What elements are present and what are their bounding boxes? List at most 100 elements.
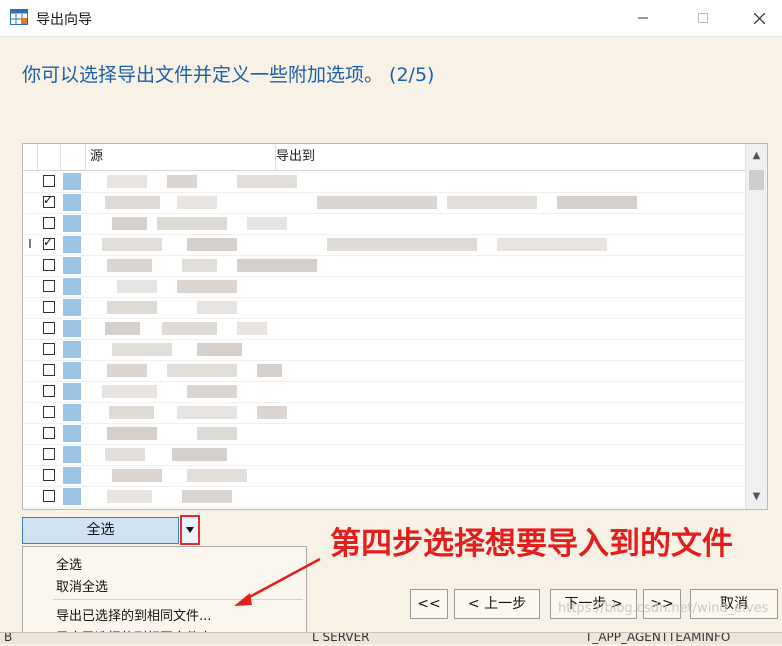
table-row[interactable] xyxy=(23,423,745,445)
row-cursor-marker xyxy=(23,276,37,297)
select-all-button[interactable]: 全选 xyxy=(22,517,179,544)
column-header-export-to[interactable]: 导出到 xyxy=(272,144,748,170)
table-icon xyxy=(63,446,81,463)
blurred-cell-content xyxy=(162,322,217,335)
table-row[interactable] xyxy=(23,360,745,382)
previous-step-button[interactable]: < 上一步 xyxy=(454,589,540,619)
table-row[interactable] xyxy=(23,444,745,466)
blurred-cell-content xyxy=(197,427,237,440)
blurred-cell-content xyxy=(247,217,287,230)
blurred-cell-content xyxy=(102,238,162,251)
table-row[interactable] xyxy=(23,339,745,361)
row-checkbox[interactable] xyxy=(43,385,55,397)
grid-header: 源 导出到 xyxy=(23,144,745,171)
blurred-cell-content xyxy=(177,280,237,293)
row-cursor-marker xyxy=(23,192,37,213)
row-cursor-marker xyxy=(23,297,37,318)
page-heading: 你可以选择导出文件并定义一些附加选项。 (2/5) xyxy=(22,64,435,86)
row-checkbox[interactable] xyxy=(43,343,55,355)
row-checkbox[interactable] xyxy=(43,427,55,439)
scroll-down-icon[interactable]: ▼ xyxy=(746,487,767,507)
row-checkbox[interactable] xyxy=(43,364,55,376)
first-step-button[interactable]: << xyxy=(410,589,448,619)
blurred-cell-content xyxy=(105,196,160,209)
footer-right-text: T_APP_AGENTTEAMINFO xyxy=(585,632,731,644)
minimize-button[interactable] xyxy=(620,0,666,36)
table-row[interactable] xyxy=(23,486,745,508)
header-marker-cell xyxy=(23,144,38,170)
row-checkbox[interactable] xyxy=(43,469,55,481)
blurred-cell-content xyxy=(317,196,437,209)
row-checkbox[interactable] xyxy=(43,406,55,418)
blurred-cell-content xyxy=(197,301,237,314)
blurred-cell-content xyxy=(182,259,217,272)
scroll-thumb[interactable] xyxy=(749,170,764,190)
blurred-cell-content xyxy=(447,196,537,209)
table-icon xyxy=(63,320,81,337)
blurred-cell-content xyxy=(107,364,147,377)
row-checkbox[interactable]: ✓ xyxy=(43,235,55,250)
header-checkbox-cell xyxy=(38,144,61,170)
table-row[interactable] xyxy=(23,276,745,298)
blurred-cell-content xyxy=(107,175,147,188)
table-row[interactable] xyxy=(23,381,745,403)
row-checkbox[interactable] xyxy=(43,301,55,313)
blurred-cell-content xyxy=(187,385,237,398)
maximize-icon xyxy=(698,13,708,23)
title-bar: 导出向导 xyxy=(0,0,782,37)
export-file-grid[interactable]: 源 导出到 ✓ I ✓ ▲ ▼ xyxy=(22,143,768,510)
row-checkbox[interactable] xyxy=(43,280,55,292)
blurred-cell-content xyxy=(102,385,157,398)
table-row[interactable] xyxy=(23,297,745,319)
table-icon xyxy=(63,362,81,379)
table-row[interactable] xyxy=(23,402,745,424)
row-cursor-marker xyxy=(23,465,37,486)
table-row[interactable]: I ✓ xyxy=(23,234,745,256)
maximize-button[interactable] xyxy=(680,0,726,36)
select-dropdown-button[interactable] xyxy=(180,515,200,545)
column-header-source[interactable]: 源 xyxy=(86,144,276,170)
table-row[interactable] xyxy=(23,213,745,235)
footer-left-text: B xyxy=(4,632,13,644)
table-row[interactable]: ✓ xyxy=(23,192,745,214)
blurred-cell-content xyxy=(167,175,197,188)
vertical-scrollbar[interactable]: ▲ ▼ xyxy=(745,144,767,509)
row-cursor-marker xyxy=(23,213,37,234)
row-checkbox[interactable] xyxy=(43,448,55,460)
row-checkbox[interactable] xyxy=(43,322,55,334)
header-icon-cell xyxy=(61,144,86,170)
table-icon xyxy=(63,257,81,274)
blurred-cell-content xyxy=(187,469,247,482)
blurred-cell-content xyxy=(237,175,297,188)
blurred-cell-content xyxy=(107,427,157,440)
blurred-cell-content xyxy=(107,259,152,272)
menu-item-select-all[interactable]: 全选 xyxy=(56,554,82,573)
blurred-cell-content xyxy=(237,322,267,335)
watermark: https://blog.csdn.net/wind_elves xyxy=(558,601,769,616)
table-row[interactable] xyxy=(23,255,745,277)
table-row[interactable] xyxy=(23,465,745,487)
blurred-cell-content xyxy=(177,406,237,419)
row-checkbox[interactable] xyxy=(43,175,55,187)
table-row[interactable] xyxy=(23,171,745,193)
menu-item-deselect-all[interactable]: 取消全选 xyxy=(56,576,108,595)
scroll-up-icon[interactable]: ▲ xyxy=(746,146,767,166)
blurred-cell-content xyxy=(557,196,637,209)
table-icon xyxy=(63,488,81,505)
close-icon xyxy=(753,12,765,24)
table-icon xyxy=(63,425,81,442)
row-checkbox[interactable] xyxy=(43,259,55,271)
row-checkbox[interactable] xyxy=(43,217,55,229)
annotation-text: 第四步选择想要导入到的文件 xyxy=(330,526,733,562)
background-window-strip: B L SERVER T_APP_AGENTTEAMINFO xyxy=(0,632,782,644)
blurred-cell-content xyxy=(107,490,152,503)
table-row[interactable] xyxy=(23,318,745,340)
row-cursor-marker xyxy=(23,360,37,381)
close-button[interactable] xyxy=(736,0,782,36)
menu-item-export-to-same-file[interactable]: 导出已选择的到相同文件... xyxy=(56,605,211,624)
checkmark-icon: ✓ xyxy=(43,235,54,249)
row-checkbox[interactable] xyxy=(43,490,55,502)
row-cursor-marker xyxy=(23,255,37,276)
row-checkbox[interactable]: ✓ xyxy=(43,193,55,208)
row-cursor-marker xyxy=(23,423,37,444)
